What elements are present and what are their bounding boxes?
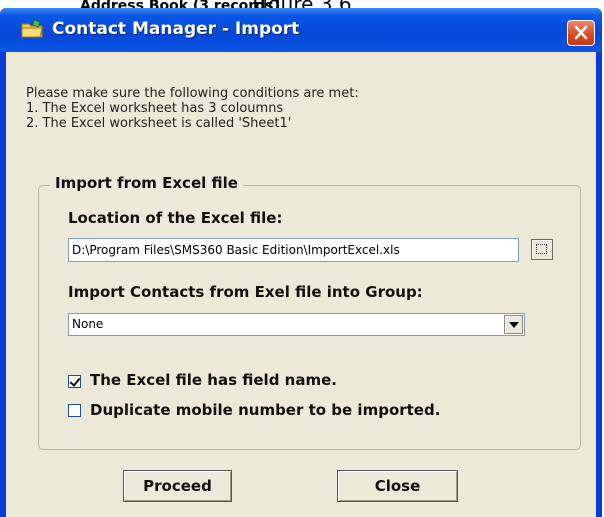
chevron-down-icon[interactable]	[504, 315, 523, 334]
duplicate-label[interactable]: Duplicate mobile number to be imported.	[90, 401, 440, 419]
condition-line-intro: Please make sure the following condition…	[26, 86, 359, 101]
close-window-button[interactable]	[567, 20, 595, 46]
title-bar[interactable]: Contact Manager - Import	[0, 8, 602, 52]
location-label: Location of the Excel file:	[68, 209, 283, 227]
import-group-legend: Import from Excel file	[50, 174, 243, 192]
dialog-client-area: Please make sure the following condition…	[6, 52, 596, 517]
duplicate-checkbox[interactable]	[68, 404, 81, 417]
folder-icon	[21, 19, 43, 38]
browse-file-button[interactable]	[531, 239, 553, 260]
condition-line-1: 1. The Excel worksheet has 3 coloumns	[26, 101, 284, 116]
close-button[interactable]: Close	[337, 470, 458, 502]
group-select-value: None	[72, 317, 104, 331]
condition-line-2: 2. The Excel worksheet is called 'Sheet1…	[26, 116, 292, 131]
field-name-checkbox[interactable]	[68, 375, 81, 388]
dialog-title: Contact Manager - Import	[52, 19, 300, 39]
browse-icon	[536, 244, 547, 254]
background-partial-text: Address Book (3 records)	[80, 0, 280, 8]
group-label: Import Contacts from Exel file into Grou…	[68, 283, 423, 301]
proceed-button[interactable]: Proceed	[123, 470, 232, 502]
excel-file-path-input[interactable]: D:\Program Files\SMS360 Basic Edition\Im…	[68, 238, 519, 262]
conditions-info: Please make sure the following condition…	[26, 86, 359, 131]
group-select[interactable]: None	[68, 313, 525, 336]
field-name-label[interactable]: The Excel file has field name.	[90, 371, 337, 389]
import-dialog: Contact Manager - Import Please make sur…	[0, 8, 602, 517]
close-icon	[574, 25, 588, 40]
